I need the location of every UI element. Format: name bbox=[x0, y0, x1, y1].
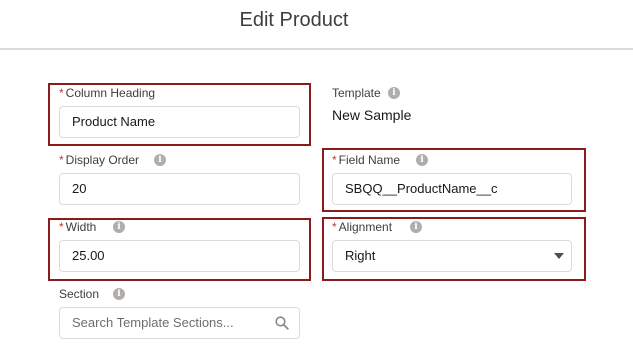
width-input[interactable]: 25.00 bbox=[59, 240, 300, 272]
field-name-label: * Field Name bbox=[332, 153, 401, 167]
width-label: * Width bbox=[59, 220, 97, 234]
search-icon[interactable] bbox=[275, 316, 289, 330]
display-order-input[interactable]: 20 bbox=[59, 173, 300, 205]
info-icon[interactable]: i bbox=[410, 221, 422, 233]
chevron-down-icon[interactable] bbox=[554, 253, 564, 259]
info-icon[interactable]: i bbox=[388, 87, 400, 99]
column-heading-input[interactable]: Product Name bbox=[59, 106, 300, 138]
display-order-label: * Display Order bbox=[59, 153, 140, 167]
required-marker: * bbox=[332, 220, 337, 234]
modal-header: Edit Product bbox=[0, 0, 633, 50]
field-name-input[interactable]: SBQQ__ProductName__c bbox=[332, 173, 572, 205]
alignment-label: * Alignment bbox=[332, 220, 393, 234]
info-icon[interactable]: i bbox=[416, 154, 428, 166]
alignment-select[interactable]: Right bbox=[332, 240, 572, 272]
section-label: Section bbox=[59, 287, 100, 301]
required-marker: * bbox=[59, 220, 64, 234]
required-marker: * bbox=[332, 153, 337, 167]
template-label: Template bbox=[332, 86, 381, 100]
modal-title: Edit Product bbox=[239, 9, 349, 31]
info-icon[interactable]: i bbox=[154, 154, 166, 166]
required-marker: * bbox=[59, 153, 64, 167]
template-value: New Sample bbox=[332, 107, 412, 123]
info-icon[interactable]: i bbox=[113, 288, 125, 300]
section-search-input[interactable]: Search Template Sections... bbox=[59, 307, 300, 339]
info-icon[interactable]: i bbox=[113, 221, 125, 233]
required-marker: * bbox=[59, 86, 64, 100]
alignment-selected-value: Right bbox=[345, 248, 376, 263]
column-heading-label: * Column Heading bbox=[59, 86, 156, 100]
